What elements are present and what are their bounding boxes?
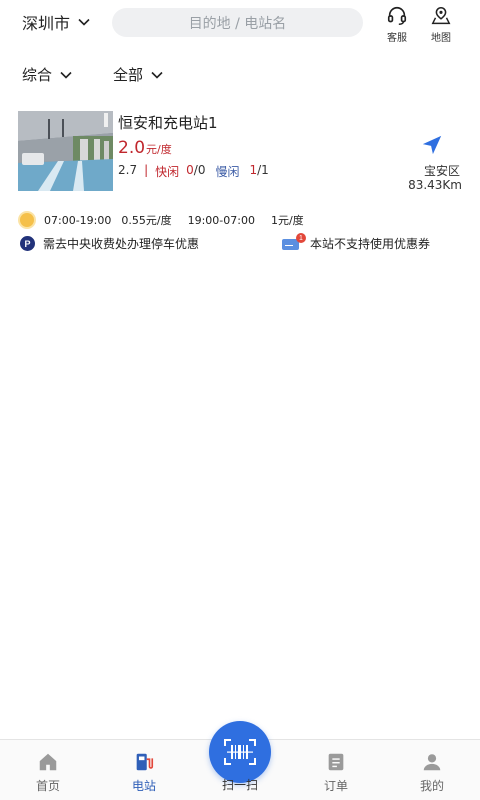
search-input[interactable]: 目的地 / 电站名	[112, 8, 363, 37]
station-name: 恒安和充电站1	[118, 114, 218, 132]
charging-station-icon	[136, 753, 154, 771]
map-button[interactable]: 地图	[421, 5, 461, 44]
search-placeholder: 目的地 / 电站名	[188, 15, 287, 32]
stats-separator: |	[144, 163, 149, 177]
type-filter-label: 全部	[113, 66, 144, 84]
fast-charger-free: 0	[186, 163, 194, 177]
slow-charger-label: 慢闲	[215, 165, 240, 179]
fast-charger-total: /0	[193, 163, 206, 177]
chevron-down-icon	[151, 71, 163, 79]
barcode-scan-icon	[224, 739, 256, 765]
scan-button[interactable]	[209, 721, 271, 783]
rating-value: 2.7	[118, 163, 138, 177]
top-bar: 深圳市 目的地 / 电站名 客服 地图	[0, 0, 480, 48]
tariff-time-1: 07:00-19:00	[44, 213, 112, 227]
headset-icon	[387, 6, 407, 25]
tab-station-label: 电站	[131, 779, 156, 793]
coupon-note-text: 本站不支持使用优惠券	[310, 237, 431, 251]
tab-station[interactable]: 电站	[114, 751, 174, 794]
price-value: 2.0	[118, 138, 146, 158]
slow-charger-free: 1	[249, 163, 258, 177]
scan-label: 扫一扫	[221, 778, 258, 792]
tab-home[interactable]: 首页	[18, 751, 78, 794]
coupon-count-badge: 1	[296, 233, 306, 243]
chevron-down-icon	[78, 18, 90, 26]
coupon-icon: 1	[282, 233, 306, 251]
tariff-row: 07:00-19:00 0.55元/度 19:00-07:00 1元/度	[20, 212, 320, 228]
station-photo	[18, 111, 113, 191]
tariff-time-2: 19:00-07:00	[187, 213, 255, 227]
tab-mine[interactable]: 我的	[402, 751, 462, 794]
sort-filter[interactable]: 综合	[22, 64, 72, 85]
station-stats: 2.7 | 快闲 0 /0 慢闲 1 /1	[118, 163, 269, 180]
chevron-down-icon	[60, 71, 72, 79]
tab-mine-label: 我的	[419, 779, 444, 793]
station-distance: 83.43Km	[408, 178, 462, 192]
map-pin-icon	[431, 6, 451, 25]
fast-charger-label: 快闲	[155, 165, 180, 179]
tariff-price-2: 1元/度	[270, 214, 304, 227]
order-list-icon	[328, 753, 344, 771]
bottom-nav: 首页 电站 扫一扫 订单 我的	[0, 721, 480, 800]
tab-orders[interactable]: 订单	[306, 751, 366, 794]
coupon-note: 1 本站不支持使用优惠券	[282, 233, 431, 252]
parking-icon: P	[20, 236, 35, 251]
customer-service-label: 客服	[387, 33, 407, 44]
station-district: 宝安区	[423, 164, 460, 178]
type-filter[interactable]: 全部	[113, 64, 163, 85]
parking-note-text: 需去中央收费处办理停车优惠	[43, 237, 200, 251]
navigate-icon[interactable]	[421, 134, 443, 156]
city-label: 深圳市	[22, 14, 71, 33]
slow-charger-total: /1	[257, 163, 269, 177]
map-label: 地图	[431, 33, 451, 44]
station-price: 2.0 元/度	[118, 138, 172, 158]
tab-orders-label: 订单	[323, 779, 348, 793]
price-unit: 元/度	[146, 143, 172, 156]
sort-filter-label: 综合	[22, 66, 53, 84]
tariff-price-1: 0.55元/度	[121, 214, 172, 227]
filter-bar: 综合 全部	[0, 64, 480, 88]
user-icon	[423, 754, 441, 771]
sun-icon	[20, 213, 34, 227]
parking-note: P 需去中央收费处办理停车优惠	[20, 235, 199, 252]
customer-service-button[interactable]: 客服	[377, 5, 417, 44]
city-selector[interactable]: 深圳市	[22, 10, 90, 34]
tab-home-label: 首页	[35, 779, 60, 793]
station-card[interactable]: 恒安和充电站1 2.0 元/度 2.7 | 快闲 0 /0 慢闲 1 /1 宝安…	[0, 108, 480, 258]
home-icon	[39, 753, 57, 771]
